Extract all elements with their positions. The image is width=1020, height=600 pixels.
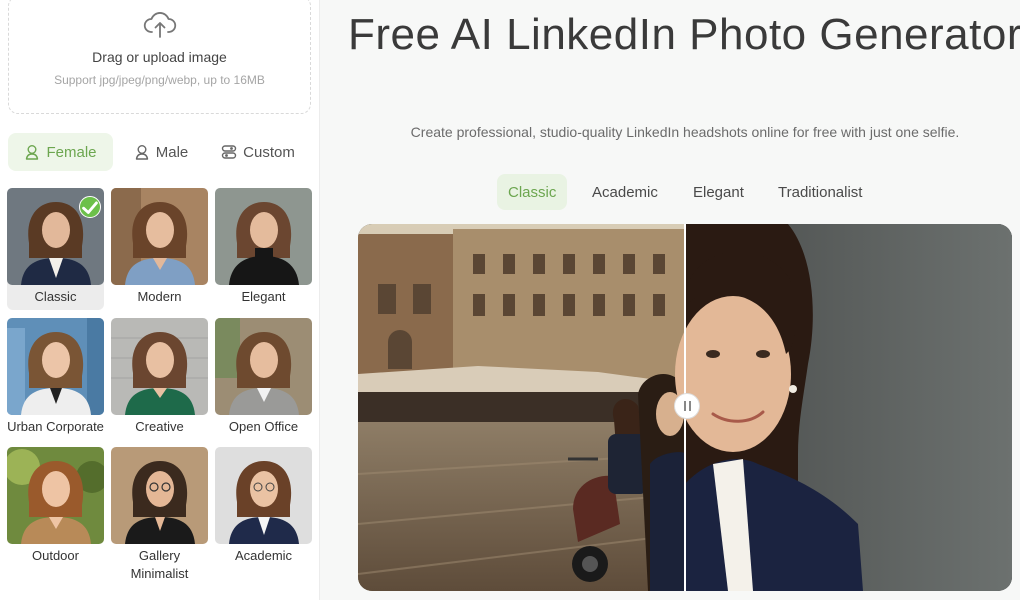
- tab-male[interactable]: Male: [121, 133, 201, 171]
- style-thumb-modern: [111, 188, 208, 285]
- upload-title: Drag or upload image: [92, 49, 227, 65]
- style-label: Gallery Minimalist: [130, 548, 189, 581]
- style-card-gallery-minimalist[interactable]: Gallery Minimalist: [111, 447, 208, 583]
- style-thumb-gallery-minimalist: [111, 447, 208, 544]
- custom-icon: [221, 145, 237, 159]
- female-icon: [26, 145, 39, 160]
- portrait-image: [215, 447, 312, 544]
- upload-dropzone[interactable]: Drag or upload image Support jpg/jpeg/pn…: [8, 0, 311, 114]
- style-card-outdoor[interactable]: Outdoor: [7, 447, 104, 565]
- style-card-urban-corporate[interactable]: Urban Corporate: [7, 318, 104, 436]
- style-thumb-creative: [111, 318, 208, 415]
- tab-academic[interactable]: Academic: [581, 174, 669, 210]
- style-thumb-academic: [215, 447, 312, 544]
- style-thumb-classic: [7, 188, 104, 285]
- style-label: Creative: [135, 419, 184, 434]
- portrait-image: [215, 318, 312, 415]
- portrait-image: [7, 447, 104, 544]
- cloud-upload-icon: [143, 12, 176, 38]
- main-content: Free AI LinkedIn Photo Generator Create …: [320, 0, 1020, 600]
- style-card-creative[interactable]: Creative: [111, 318, 208, 436]
- tab-elegant[interactable]: Elegant: [682, 174, 755, 210]
- style-thumb-elegant: [215, 188, 312, 285]
- gender-tabs: Female Male Custom: [8, 133, 311, 171]
- left-panel: Drag or upload image Support jpg/jpeg/pn…: [0, 0, 320, 600]
- style-label: Open Office: [228, 419, 299, 434]
- style-card-modern[interactable]: Modern: [111, 188, 208, 306]
- style-label: Outdoor: [32, 548, 79, 563]
- style-label: Classic: [34, 289, 77, 304]
- style-label: Urban Corporate: [7, 419, 104, 434]
- portrait-image: [215, 188, 312, 285]
- style-thumb-urban-corporate: [7, 318, 104, 415]
- tab-custom-label: Custom: [243, 143, 295, 161]
- style-thumb-open-office: [215, 318, 312, 415]
- tab-traditionalist[interactable]: Traditionalist: [767, 174, 873, 210]
- style-card-elegant[interactable]: Elegant: [215, 188, 312, 306]
- tab-classic[interactable]: Classic: [497, 174, 568, 210]
- comparison-slider-handle[interactable]: [674, 393, 700, 419]
- male-icon: [135, 145, 148, 160]
- style-card-academic[interactable]: Academic: [215, 447, 312, 565]
- upload-hint: Support jpg/jpeg/png/webp, up to 16MB: [54, 73, 265, 87]
- style-label: Modern: [137, 289, 182, 304]
- tab-custom[interactable]: Custom: [208, 133, 308, 171]
- portrait-image: [111, 188, 208, 285]
- tab-female[interactable]: Female: [8, 133, 113, 171]
- portrait-image: [111, 447, 208, 544]
- tab-male-label: Male: [155, 143, 189, 161]
- tab-female-label: Female: [46, 143, 97, 161]
- before-after-comparison[interactable]: [358, 224, 1012, 591]
- page-title: Free AI LinkedIn Photo Generator: [348, 10, 1020, 59]
- style-label: Elegant: [241, 289, 286, 304]
- style-card-classic[interactable]: Classic: [7, 188, 104, 310]
- portrait-image: [7, 318, 104, 415]
- selected-check-icon: [79, 196, 101, 218]
- portrait-image: [111, 318, 208, 415]
- style-card-open-office[interactable]: Open Office: [215, 318, 312, 436]
- style-label: Academic: [234, 548, 293, 563]
- style-grid: Classic Modern Elegant Urban Corporate C…: [7, 188, 312, 598]
- style-thumb-outdoor: [7, 447, 104, 544]
- page-subtitle: Create professional, studio-quality Link…: [410, 124, 960, 140]
